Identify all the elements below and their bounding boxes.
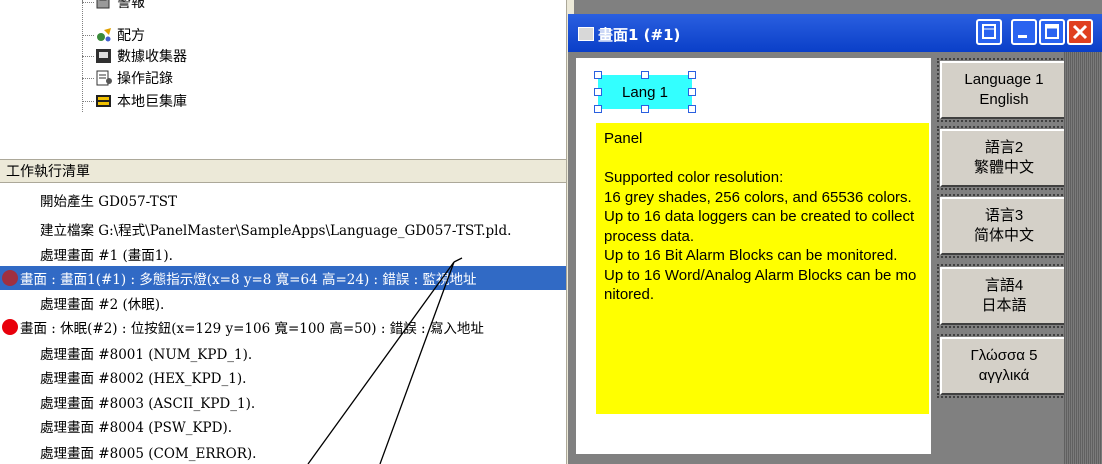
task-row-text: 開始產生 GD057-TST <box>40 194 178 210</box>
task-row[interactable]: 處理畫面 #2 (休眠). <box>0 291 568 315</box>
tree-item-operation-log[interactable]: 操作記錄 <box>95 68 173 88</box>
button-line-1: 言語4 <box>984 277 1024 294</box>
minimize-icon <box>1018 35 1027 38</box>
resize-handle[interactable] <box>594 71 602 79</box>
button-line-1: Language 1 <box>964 71 1044 88</box>
close-button[interactable] <box>1067 19 1093 45</box>
resize-handle[interactable] <box>641 105 649 113</box>
task-row-text: 畫面 : 休眠(#2) : 位按鈕(x=129 y=106 寬=100 高=50… <box>20 321 484 337</box>
task-row-text: 處理畫面 #8005 (COM_ERROR). <box>40 446 257 462</box>
tree-item-label: 配方 <box>117 28 145 44</box>
tree-item-label: 操作記錄 <box>117 71 173 87</box>
data-collector-icon <box>95 48 113 64</box>
tree-item-data-collector[interactable]: 數據收集器 <box>95 46 187 66</box>
text-panel[interactable]: Panel Supported color resolution: 16 gre… <box>596 123 929 414</box>
resize-handle[interactable] <box>688 88 696 96</box>
language-selector-label: Lang 1 <box>622 83 668 101</box>
screen-editor-window[interactable]: 畫面1 (#1) Lang 1 Panel Supported color re… <box>568 14 1102 464</box>
task-row[interactable]: 建立檔案 G:\程式\PanelMaster\SampleApps\Langua… <box>0 217 568 241</box>
task-row-text: 處理畫面 #8003 (ASCII_KPD_1). <box>40 396 256 412</box>
screen-icon <box>578 27 594 41</box>
task-list-header: 工作執行清單 <box>0 159 566 183</box>
window-title: 畫面1 (#1) <box>598 26 681 44</box>
resize-handle[interactable] <box>594 88 602 96</box>
task-row-text: 處理畫面 #1 (畫面1). <box>40 248 173 264</box>
tree-item-alarm[interactable]: 警報 <box>95 0 145 12</box>
tree-item-label: 數據收集器 <box>117 49 187 65</box>
tree-item-label: 本地巨集庫 <box>117 94 187 110</box>
design-area[interactable]: Lang 1 Panel Supported color resolution:… <box>576 58 931 454</box>
task-row-text: 畫面 : 畫面1(#1) : 多態指示燈(x=8 y=8 寬=64 高=24) … <box>20 272 477 288</box>
task-row-text: 處理畫面 #8002 (HEX_KPD_1). <box>40 371 247 387</box>
operation-log-icon <box>95 70 113 86</box>
screen-canvas[interactable]: Lang 1 Panel Supported color resolution:… <box>568 52 1102 464</box>
recipe-icon <box>95 27 113 43</box>
task-row-text: 處理畫面 #2 (休眠). <box>40 297 165 313</box>
button-line-1: 语言3 <box>984 207 1024 224</box>
error-icon <box>2 319 18 335</box>
button-line-1: Γλώσσα 5 <box>970 347 1038 364</box>
resize-handle[interactable] <box>688 71 696 79</box>
button-line-2: English <box>979 91 1029 108</box>
language-button-3[interactable]: 语言3 简体中文 <box>940 197 1068 255</box>
tree-branch <box>82 101 94 102</box>
resize-handle[interactable] <box>688 105 696 113</box>
task-row-text: 處理畫面 #8004 (PSW_KPD). <box>40 420 233 436</box>
task-row[interactable]: 處理畫面 #8002 (HEX_KPD_1). <box>0 365 568 389</box>
tree-branch <box>82 56 94 57</box>
task-row[interactable]: 處理畫面 #8004 (PSW_KPD). <box>0 414 568 438</box>
tree-item-label: 警報 <box>117 0 145 11</box>
task-row[interactable]: 處理畫面 #8005 (COM_ERROR). <box>0 440 568 464</box>
tree-item-macro-library[interactable]: 本地巨集庫 <box>95 91 187 111</box>
macro-library-icon <box>95 93 113 109</box>
task-row-error-selected[interactable]: 畫面 : 畫面1(#1) : 多態指示燈(x=8 y=8 寬=64 高=24) … <box>0 266 568 290</box>
task-row[interactable]: 處理畫面 #1 (畫面1). <box>0 242 568 266</box>
button-line-2: 繁體中文 <box>973 159 1034 176</box>
task-row-text: 建立檔案 G:\程式\PanelMaster\SampleApps\Langua… <box>40 223 512 239</box>
button-line-2: 简体中文 <box>973 227 1034 244</box>
resize-handle[interactable] <box>641 71 649 79</box>
language-button-4[interactable]: 言語4 日本語 <box>940 267 1068 325</box>
window-titlebar[interactable]: 畫面1 (#1) <box>568 14 1102 52</box>
restore-icon <box>982 24 996 39</box>
canvas-edge-pattern <box>1064 52 1102 464</box>
project-tree: 警報 配方 數據收集器 操作記錄 本地巨集庫 <box>0 0 568 155</box>
resize-handle[interactable] <box>594 105 602 113</box>
language-button-1[interactable]: Language 1 English <box>940 61 1068 119</box>
maximize-icon <box>1045 24 1059 39</box>
task-list[interactable]: 開始產生 GD057-TST 建立檔案 G:\程式\PanelMaster\Sa… <box>0 184 568 464</box>
restore-button[interactable] <box>976 19 1002 45</box>
task-row-text: 處理畫面 #8001 (NUM_KPD_1). <box>40 347 253 363</box>
button-line-2: αγγλικά <box>978 367 1030 384</box>
alarm-icon <box>95 0 113 10</box>
task-row[interactable]: 處理畫面 #8003 (ASCII_KPD_1). <box>0 390 568 414</box>
tree-branch <box>82 35 94 36</box>
task-row-error[interactable]: 畫面 : 休眠(#2) : 位按鈕(x=129 y=106 寬=100 高=50… <box>0 315 568 339</box>
close-icon <box>1072 24 1088 40</box>
language-button-2[interactable]: 語言2 繁體中文 <box>940 129 1068 187</box>
button-line-2: 日本語 <box>981 297 1027 314</box>
tree-branch <box>82 78 94 79</box>
error-icon <box>2 270 18 286</box>
task-row[interactable]: 開始產生 GD057-TST <box>0 188 568 212</box>
task-list-title: 工作執行清單 <box>6 164 90 180</box>
panel-text: Panel Supported color resolution: 16 gre… <box>604 130 917 303</box>
language-button-strip: Language 1 English 語言2 繁體中文 语言3 简体中文 言語4… <box>937 58 1068 454</box>
language-selector-object[interactable]: Lang 1 <box>594 71 696 113</box>
tree-branch <box>82 2 94 3</box>
maximize-button[interactable] <box>1039 19 1065 45</box>
task-row[interactable]: 處理畫面 #8001 (NUM_KPD_1). <box>0 341 568 365</box>
tree-item-recipe[interactable]: 配方 <box>95 25 145 45</box>
button-line-1: 語言2 <box>984 139 1024 156</box>
minimize-button[interactable] <box>1011 19 1037 45</box>
language-button-5[interactable]: Γλώσσα 5 αγγλικά <box>940 337 1068 395</box>
